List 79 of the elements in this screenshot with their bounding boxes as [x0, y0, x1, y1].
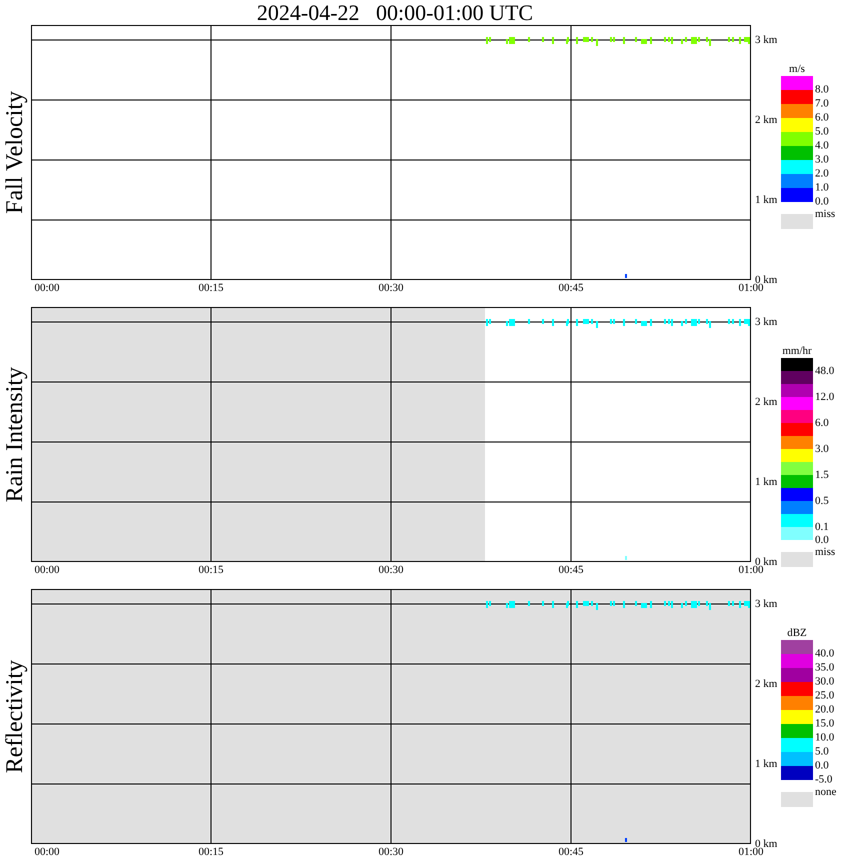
legend-label: 30.0	[815, 676, 834, 690]
y-tick-label: 1 km	[755, 194, 778, 206]
legend-label: 2.0	[815, 168, 829, 182]
x-tick-label: 00:45	[558, 846, 584, 858]
y-tick-label: 3 km	[755, 316, 778, 328]
legend-label: -5.0	[815, 774, 832, 788]
y-tick-label: 1 km	[755, 758, 778, 770]
legend-label: 35.0	[815, 662, 834, 676]
legend-label: 0.0	[815, 534, 829, 548]
legend-label: 1.0	[815, 182, 829, 196]
panel-title: Rain Intensity	[2, 366, 29, 502]
echo-mark	[625, 556, 627, 560]
x-tick-label: 00:30	[378, 282, 404, 294]
echo-mark	[623, 319, 625, 326]
legend-label: 40.0	[815, 648, 834, 662]
y-tick-label: 2 km	[755, 396, 778, 408]
x-tick-label: 00:00	[34, 282, 60, 294]
legend-label: 5.0	[815, 126, 829, 140]
x-tick-label: 00:45	[558, 282, 584, 294]
x-tick-label: 00:30	[378, 846, 404, 858]
legend-label: 6.0	[815, 112, 829, 126]
y-tick-label: 3 km	[755, 34, 778, 46]
echo-mark	[528, 37, 530, 42]
echo-mark	[542, 601, 544, 606]
legend-label: 3.0	[815, 444, 829, 457]
echo-mark	[552, 319, 554, 326]
legend-label: 0.5	[815, 496, 829, 509]
echo-mark	[542, 319, 544, 324]
legend-label: 15.0	[815, 718, 834, 732]
legend-label: 6.0	[815, 418, 829, 431]
legend-label: 1.5	[815, 470, 829, 483]
x-tick-label: 00:15	[198, 846, 224, 858]
echo-mark	[528, 601, 530, 606]
missing-label: none	[815, 787, 836, 800]
missing-swatch	[781, 552, 813, 567]
legend-label: 48.0	[815, 366, 834, 379]
legend-label: 5.0	[815, 746, 829, 760]
panel-title: Fall Velocity	[2, 91, 29, 214]
echo-mark	[528, 319, 530, 324]
legend-label: 20.0	[815, 704, 834, 718]
x-tick-label: 00:30	[378, 564, 404, 576]
echo-mark	[552, 37, 554, 44]
legend-label: 7.0	[815, 98, 829, 112]
x-tick-label: 01:00	[738, 564, 764, 576]
x-tick-label: 00:15	[198, 564, 224, 576]
echo-mark	[623, 601, 625, 608]
legend-label: 4.0	[815, 140, 829, 154]
legend-label: 0.0	[815, 196, 829, 210]
echo-mark	[542, 37, 544, 42]
panel-title: Reflectivity	[2, 660, 29, 774]
legend-label: 0.1	[815, 522, 829, 535]
missing-swatch	[781, 792, 813, 807]
x-tick-label: 00:15	[198, 282, 224, 294]
echo-mark	[625, 274, 627, 278]
y-tick-label: 3 km	[755, 598, 778, 610]
echo-mark	[552, 601, 554, 608]
chart-title: 2024-04-22 00:00-01:00 UTC	[256, 0, 534, 25]
legend-unit: m/s	[788, 63, 806, 76]
missing-swatch	[781, 214, 813, 229]
legend-label: 12.0	[815, 392, 834, 405]
x-tick-label: 01:00	[738, 282, 764, 294]
x-tick-label: 00:45	[558, 564, 584, 576]
legend-label: 10.0	[815, 732, 834, 746]
legend-label: 8.0	[815, 84, 829, 98]
x-tick-label: 01:00	[738, 846, 764, 858]
legend-label: 3.0	[815, 154, 829, 168]
missing-label: miss	[815, 209, 836, 222]
echo-mark	[625, 838, 627, 842]
x-tick-label: 00:00	[34, 564, 60, 576]
legend-unit: mm/hr	[781, 345, 813, 358]
legend-label: 0.0	[815, 760, 829, 774]
y-tick-label: 2 km	[755, 678, 778, 690]
missing-label: miss	[815, 547, 836, 560]
legend-label: 25.0	[815, 690, 834, 704]
x-tick-label: 00:00	[34, 846, 60, 858]
legend-unit: dBZ	[786, 627, 808, 640]
echo-mark	[623, 37, 625, 44]
y-tick-label: 2 km	[755, 114, 778, 126]
y-tick-label: 1 km	[755, 476, 778, 488]
